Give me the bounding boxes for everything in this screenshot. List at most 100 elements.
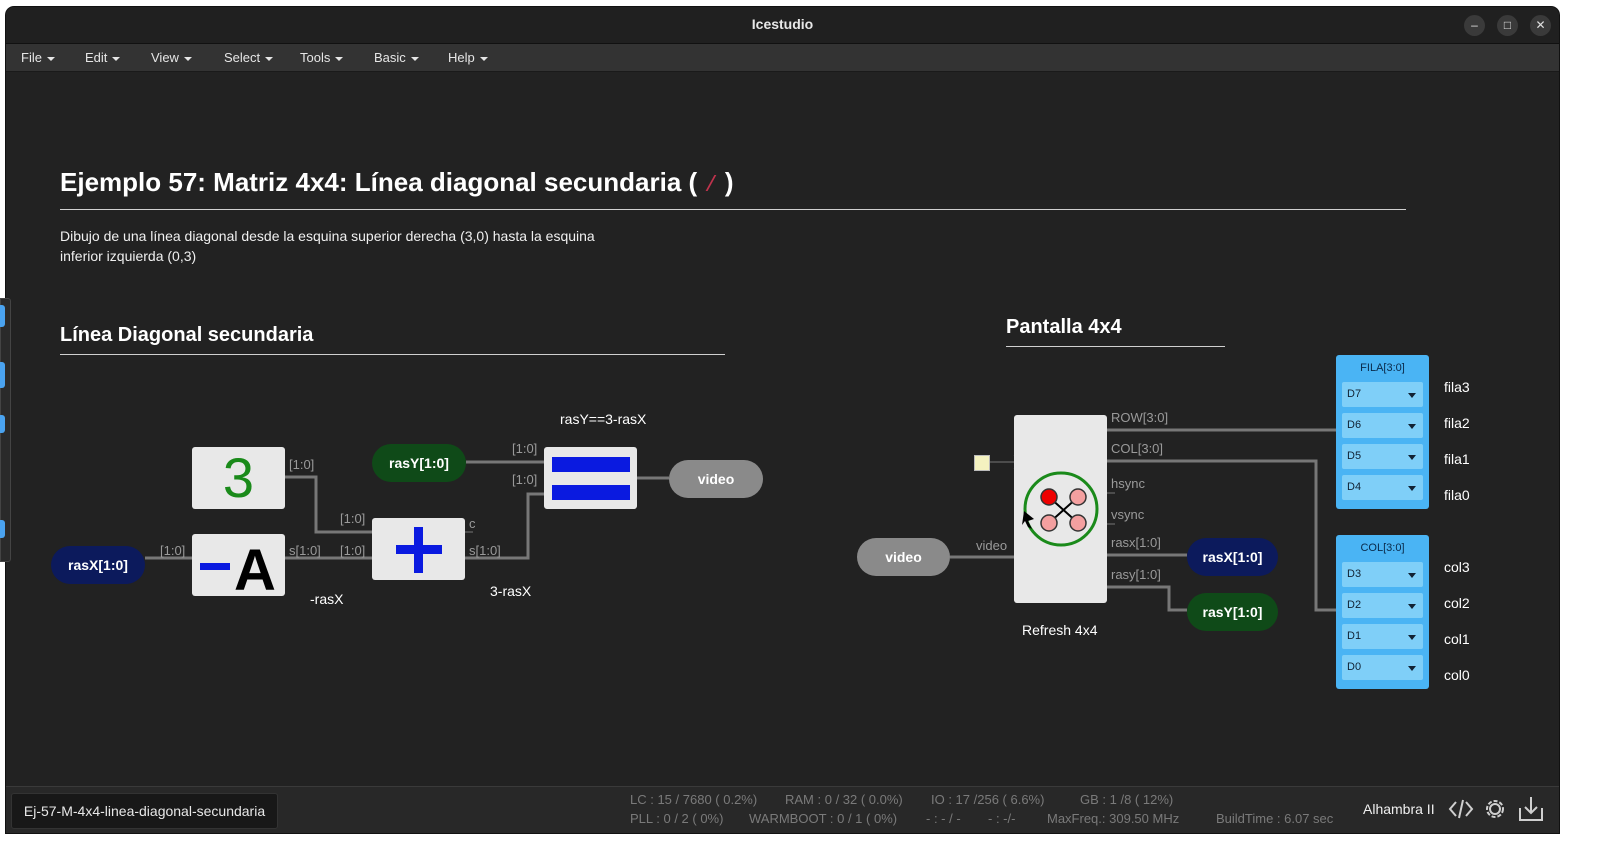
description: Dibujo de una línea diagonal desde la es…	[60, 226, 595, 266]
menu-basic-label: Basic	[374, 50, 406, 65]
stat-gb: GB : 1 /8 ( 12%)	[1080, 792, 1174, 807]
menu-bar: File Edit View Select Tools Basic Help	[6, 44, 1559, 72]
design-canvas[interactable]: Ejemplo 57: Matriz 4x4: Línea diagonal s…	[6, 72, 1559, 786]
upload-icon[interactable]	[1517, 794, 1545, 824]
pin-select-value: D5	[1347, 450, 1362, 462]
pin-select-value: D7	[1347, 388, 1362, 400]
input-rasx[interactable]: rasX[1:0]	[51, 546, 145, 584]
section-divider-left	[60, 354, 725, 355]
port-eq-in-b: [1:0]	[512, 472, 538, 487]
port-col: COL[3:0]	[1111, 441, 1164, 456]
output-video[interactable]: video	[669, 460, 763, 498]
menu-view-label: View	[151, 50, 179, 65]
pin-select-value: D2	[1347, 599, 1362, 611]
pin-select-col3[interactable]: D3	[1342, 562, 1423, 587]
pin-select-fila3[interactable]: D7	[1342, 382, 1423, 407]
minimize-icon[interactable]: –	[1464, 15, 1485, 36]
port-rasy: rasy[1:0]	[1111, 567, 1161, 582]
menu-view[interactable]: View	[151, 50, 192, 65]
side-tab-2[interactable]	[0, 362, 5, 388]
pin-select-col0[interactable]: D0	[1342, 655, 1423, 680]
stat-io: IO : 17 /256 ( 6.6%)	[931, 792, 1045, 807]
col1-label: col1	[1444, 631, 1470, 647]
output-rasx[interactable]: rasX[1:0]	[1187, 538, 1278, 576]
side-tab-4[interactable]	[0, 520, 5, 538]
dropdown-arrow-icon	[1408, 486, 1416, 491]
equals-icon	[552, 457, 630, 500]
pin-select-col1[interactable]: D1	[1342, 624, 1423, 649]
caret-down-icon	[479, 56, 488, 61]
build-gear-icon[interactable]	[1481, 795, 1509, 823]
side-tab-1[interactable]	[0, 305, 5, 327]
col-output-panel[interactable]: COL[3:0] D3 D2 D1 D0	[1336, 535, 1429, 689]
dropdown-arrow-icon	[1408, 455, 1416, 460]
dropdown-arrow-icon	[1408, 393, 1416, 398]
board-selector[interactable]: Alhambra II	[1363, 801, 1435, 817]
menu-select[interactable]: Select	[224, 50, 274, 65]
port-neg-in: [1:0]	[160, 543, 186, 558]
col2-label: col2	[1444, 595, 1470, 611]
col0-label: col0	[1444, 667, 1470, 683]
fila3-label: fila3	[1444, 379, 1470, 395]
negate-icon: A	[200, 538, 276, 603]
port-rasx: rasx[1:0]	[1111, 535, 1161, 550]
constant-block[interactable]: 3	[192, 447, 285, 509]
caret-down-icon	[335, 56, 344, 61]
project-filename[interactable]: Ej-57-M-4x4-linea-diagonal-secundaria	[11, 793, 278, 829]
port-add-s: s[1:0]	[469, 543, 501, 558]
svg-text:A: A	[234, 538, 276, 596]
pin-select-fila1[interactable]: D5	[1342, 444, 1423, 469]
pin-select-fila0[interactable]: D4	[1342, 475, 1423, 500]
maximize-icon[interactable]: □	[1497, 15, 1518, 36]
menu-edit[interactable]: Edit	[85, 50, 121, 65]
comparator-label: rasY==3-rasX	[560, 411, 647, 427]
output-rasy[interactable]: rasY[1:0]	[1187, 593, 1278, 631]
adder-block[interactable]	[372, 518, 465, 580]
caret-down-icon	[410, 56, 419, 61]
stat-lc: LC : 15 / 7680 ( 0.2%)	[630, 792, 758, 807]
window-title: Icestudio	[751, 16, 814, 32]
menu-file[interactable]: File	[21, 50, 55, 65]
comparator-block[interactable]	[544, 447, 637, 509]
menu-basic[interactable]: Basic	[374, 50, 419, 65]
fila2-label: fila2	[1444, 415, 1470, 431]
port-vsync: vsync	[1111, 507, 1145, 522]
port-row: ROW[3:0]	[1111, 410, 1169, 425]
caret-down-icon	[183, 56, 192, 61]
input-video[interactable]: video	[857, 538, 950, 576]
col3-label: col3	[1444, 559, 1470, 575]
dropdown-arrow-icon	[1408, 424, 1416, 429]
caret-down-icon	[112, 56, 121, 61]
menu-help[interactable]: Help	[448, 50, 488, 65]
port-refresh-video: video	[976, 538, 1008, 553]
menu-help-label: Help	[448, 50, 475, 65]
pin-select-value: D4	[1347, 481, 1362, 493]
close-icon[interactable]: ✕	[1530, 15, 1551, 36]
port-add-c: c	[469, 516, 476, 531]
negate-label: -rasX	[310, 591, 344, 607]
fila-output-panel[interactable]: FILA[3:0] D7 D6 D5 D4	[1336, 355, 1429, 509]
menu-tools[interactable]: Tools	[300, 50, 344, 65]
pin-select-col2[interactable]: D2	[1342, 593, 1423, 618]
adder-label: 3-rasX	[490, 583, 532, 599]
menu-file-label: File	[21, 50, 42, 65]
stat-buildtime: BuildTime : 6.07 sec	[1216, 811, 1334, 826]
wire-rasy-out	[1107, 585, 1187, 612]
pin-select-fila2[interactable]: D6	[1342, 413, 1423, 438]
dropdown-arrow-icon	[1408, 635, 1416, 640]
code-icon[interactable]	[1447, 795, 1475, 823]
stat-ram: RAM : 0 / 32 ( 0.0%)	[785, 792, 903, 807]
input-rasy[interactable]: rasY[1:0]	[372, 444, 466, 482]
page-title-close: )	[724, 167, 734, 197]
side-tab-3[interactable]	[0, 415, 5, 433]
fila0-label: fila0	[1444, 487, 1470, 503]
fila-panel-header: FILA[3:0]	[1360, 362, 1405, 374]
caret-down-icon	[46, 56, 55, 61]
port-add-in-a: [1:0]	[340, 511, 366, 526]
clock-input[interactable]	[974, 455, 990, 471]
menu-edit-label: Edit	[85, 50, 108, 65]
description-line-2: inferior izquierda (0,3)	[60, 248, 197, 264]
dropdown-arrow-icon	[1408, 573, 1416, 578]
refresh-block[interactable]	[1014, 415, 1107, 603]
negate-block[interactable]: A	[192, 534, 285, 603]
